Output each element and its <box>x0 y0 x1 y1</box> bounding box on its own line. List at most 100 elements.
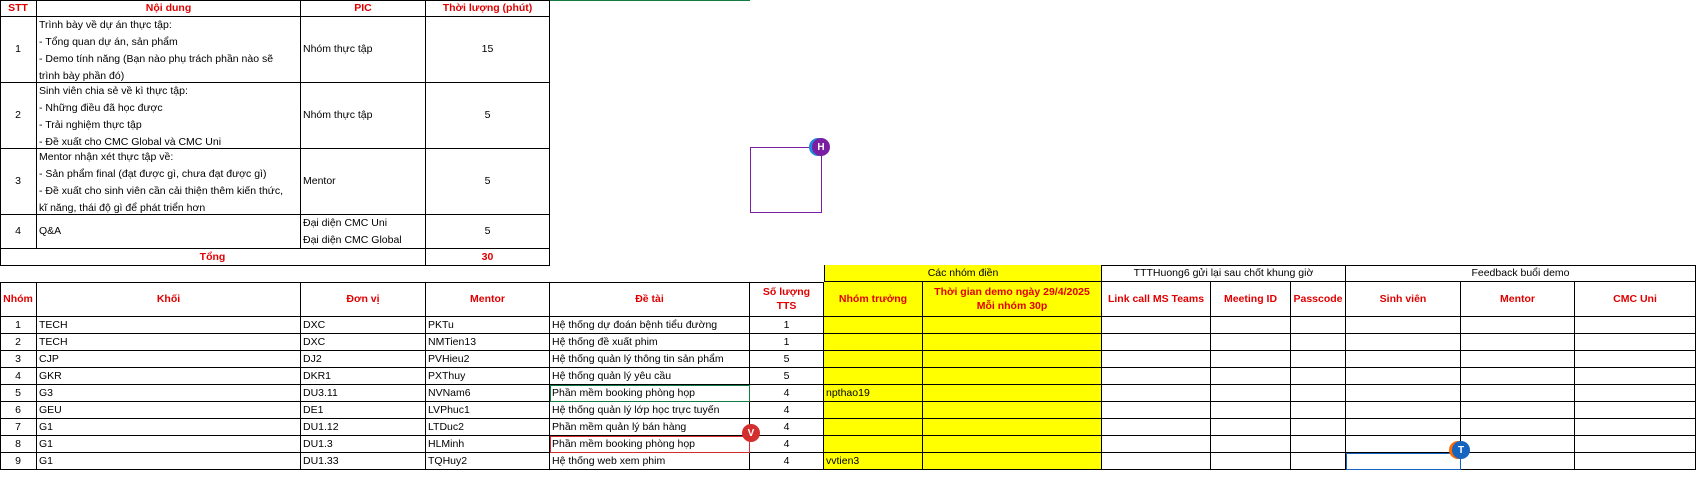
groups-row-2-col-2[interactable]: DXC <box>301 334 426 351</box>
groups-row-8-col-5[interactable]: 4 <box>750 436 824 453</box>
groups-row-5-col-12[interactable] <box>1461 385 1575 402</box>
agenda-row-content[interactable]: Q&A <box>37 215 301 249</box>
agenda-row-duration[interactable]: 5 <box>426 215 550 249</box>
groups-row-4-col-9[interactable] <box>1211 368 1291 385</box>
groups-row-9-col-4[interactable]: Hệ thống web xem phim <box>550 453 750 470</box>
groups-row-3-col-10[interactable] <box>1291 351 1346 368</box>
groups-row-7-col-2[interactable]: DU1.12 <box>301 419 426 436</box>
groups-row-9-col-13[interactable] <box>1575 453 1696 470</box>
groups-row-2-col-12[interactable] <box>1461 334 1575 351</box>
groups-row-7-col-5[interactable]: 4 <box>750 419 824 436</box>
agenda-row-content[interactable]: Trình bày về dự án thực tập: - Tổng quan … <box>37 17 301 83</box>
groups-row-5-col-1[interactable]: G3 <box>37 385 301 402</box>
agenda-row-duration[interactable]: 5 <box>426 83 550 149</box>
groups-row-1-col-13[interactable] <box>1575 317 1696 334</box>
groups-row-4-col-3[interactable]: PXThuy <box>426 368 550 385</box>
groups-row-2-col-8[interactable] <box>1102 334 1211 351</box>
groups-row-5-col-10[interactable] <box>1291 385 1346 402</box>
groups-row-2-col-1[interactable]: TECH <box>37 334 301 351</box>
groups-row-1-col-2[interactable]: DXC <box>301 317 426 334</box>
groups-row-9-col-9[interactable] <box>1211 453 1291 470</box>
groups-row-1-col-10[interactable] <box>1291 317 1346 334</box>
groups-row-6-col-0[interactable]: 6 <box>0 402 37 419</box>
groups-row-6-col-9[interactable] <box>1211 402 1291 419</box>
groups-row-1-col-12[interactable] <box>1461 317 1575 334</box>
groups-row-7-col-4[interactable]: Phần mềm quản lý bán hàng <box>550 419 750 436</box>
groups-row-8-col-4[interactable]: Phần mềm booking phòng họp <box>550 436 750 453</box>
groups-row-8-col-12[interactable] <box>1461 436 1575 453</box>
collaborator-avatar-icon[interactable]: T <box>1452 441 1470 459</box>
groups-row-7-col-13[interactable] <box>1575 419 1696 436</box>
groups-row-1-col-6[interactable] <box>824 317 923 334</box>
groups-row-7-col-1[interactable]: G1 <box>37 419 301 436</box>
groups-row-8-col-3[interactable]: HLMinh <box>426 436 550 453</box>
groups-row-8-col-11[interactable] <box>1346 436 1461 453</box>
groups-row-3-col-6[interactable] <box>824 351 923 368</box>
groups-row-5-col-3[interactable]: NVNam6 <box>426 385 550 402</box>
groups-row-8-col-10[interactable] <box>1291 436 1346 453</box>
groups-row-6-col-12[interactable] <box>1461 402 1575 419</box>
groups-row-4-col-13[interactable] <box>1575 368 1696 385</box>
groups-row-7-col-7[interactable] <box>923 419 1102 436</box>
groups-row-8-col-13[interactable] <box>1575 436 1696 453</box>
groups-row-6-col-11[interactable] <box>1346 402 1461 419</box>
groups-row-4-col-8[interactable] <box>1102 368 1211 385</box>
groups-row-2-col-11[interactable] <box>1346 334 1461 351</box>
groups-row-1-col-3[interactable]: PKTu <box>426 317 550 334</box>
groups-row-3-col-5[interactable]: 5 <box>750 351 824 368</box>
groups-row-9-col-5[interactable]: 4 <box>750 453 824 470</box>
groups-row-1-col-9[interactable] <box>1211 317 1291 334</box>
agenda-row-duration[interactable]: 5 <box>426 149 550 215</box>
groups-row-9-col-2[interactable]: DU1.33 <box>301 453 426 470</box>
groups-row-8-col-7[interactable] <box>923 436 1102 453</box>
collaborator-avatar-icon[interactable]: H <box>812 138 830 156</box>
groups-row-3-col-2[interactable]: DJ2 <box>301 351 426 368</box>
groups-row-9-col-10[interactable] <box>1291 453 1346 470</box>
groups-row-6-col-3[interactable]: LVPhuc1 <box>426 402 550 419</box>
groups-row-6-col-7[interactable] <box>923 402 1102 419</box>
groups-row-7-col-3[interactable]: LTDuc2 <box>426 419 550 436</box>
groups-row-8-col-9[interactable] <box>1211 436 1291 453</box>
groups-row-6-col-4[interactable]: Hệ thống quản lý lớp học trực tuyến <box>550 402 750 419</box>
agenda-row-stt[interactable]: 2 <box>0 83 37 149</box>
groups-row-3-col-4[interactable]: Hệ thống quản lý thông tin sản phẩm <box>550 351 750 368</box>
agenda-row-stt[interactable]: 1 <box>0 17 37 83</box>
groups-row-4-col-12[interactable] <box>1461 368 1575 385</box>
groups-row-8-col-0[interactable]: 8 <box>0 436 37 453</box>
agenda-row-stt[interactable]: 3 <box>0 149 37 215</box>
groups-row-3-col-9[interactable] <box>1211 351 1291 368</box>
groups-row-4-col-2[interactable]: DKR1 <box>301 368 426 385</box>
groups-row-5-col-13[interactable] <box>1575 385 1696 402</box>
groups-row-5-col-9[interactable] <box>1211 385 1291 402</box>
groups-row-3-col-7[interactable] <box>923 351 1102 368</box>
groups-row-4-col-6[interactable] <box>824 368 923 385</box>
groups-row-1-col-0[interactable]: 1 <box>0 317 37 334</box>
agenda-row-pic[interactable]: Nhóm thực tập <box>301 83 426 149</box>
groups-row-7-col-0[interactable]: 7 <box>0 419 37 436</box>
groups-row-1-col-1[interactable]: TECH <box>37 317 301 334</box>
groups-row-8-col-1[interactable]: G1 <box>37 436 301 453</box>
groups-row-7-col-11[interactable] <box>1346 419 1461 436</box>
groups-row-6-col-13[interactable] <box>1575 402 1696 419</box>
groups-row-2-col-7[interactable] <box>923 334 1102 351</box>
groups-row-2-col-3[interactable]: NMTien13 <box>426 334 550 351</box>
groups-row-3-col-13[interactable] <box>1575 351 1696 368</box>
groups-row-5-col-8[interactable] <box>1102 385 1211 402</box>
groups-row-7-col-10[interactable] <box>1291 419 1346 436</box>
groups-row-5-col-5[interactable]: 4 <box>750 385 824 402</box>
groups-row-2-col-6[interactable] <box>824 334 923 351</box>
groups-row-5-col-11[interactable] <box>1346 385 1461 402</box>
groups-row-4-col-5[interactable]: 5 <box>750 368 824 385</box>
groups-row-2-col-4[interactable]: Hệ thống đề xuất phim <box>550 334 750 351</box>
agenda-row-stt[interactable]: 4 <box>0 215 37 249</box>
groups-row-7-col-12[interactable] <box>1461 419 1575 436</box>
agenda-row-content[interactable]: Sinh viên chia sẻ về kì thực tập: - Những… <box>37 83 301 149</box>
groups-row-4-col-4[interactable]: Hệ thống quản lý yêu cầu <box>550 368 750 385</box>
groups-row-4-col-11[interactable] <box>1346 368 1461 385</box>
agenda-row-content[interactable]: Mentor nhận xét thực tập về: - Sản phẩm f… <box>37 149 301 215</box>
groups-row-6-col-5[interactable]: 4 <box>750 402 824 419</box>
groups-row-9-col-8[interactable] <box>1102 453 1211 470</box>
groups-row-5-col-7[interactable] <box>923 385 1102 402</box>
groups-row-9-col-0[interactable]: 9 <box>0 453 37 470</box>
groups-row-4-col-7[interactable] <box>923 368 1102 385</box>
